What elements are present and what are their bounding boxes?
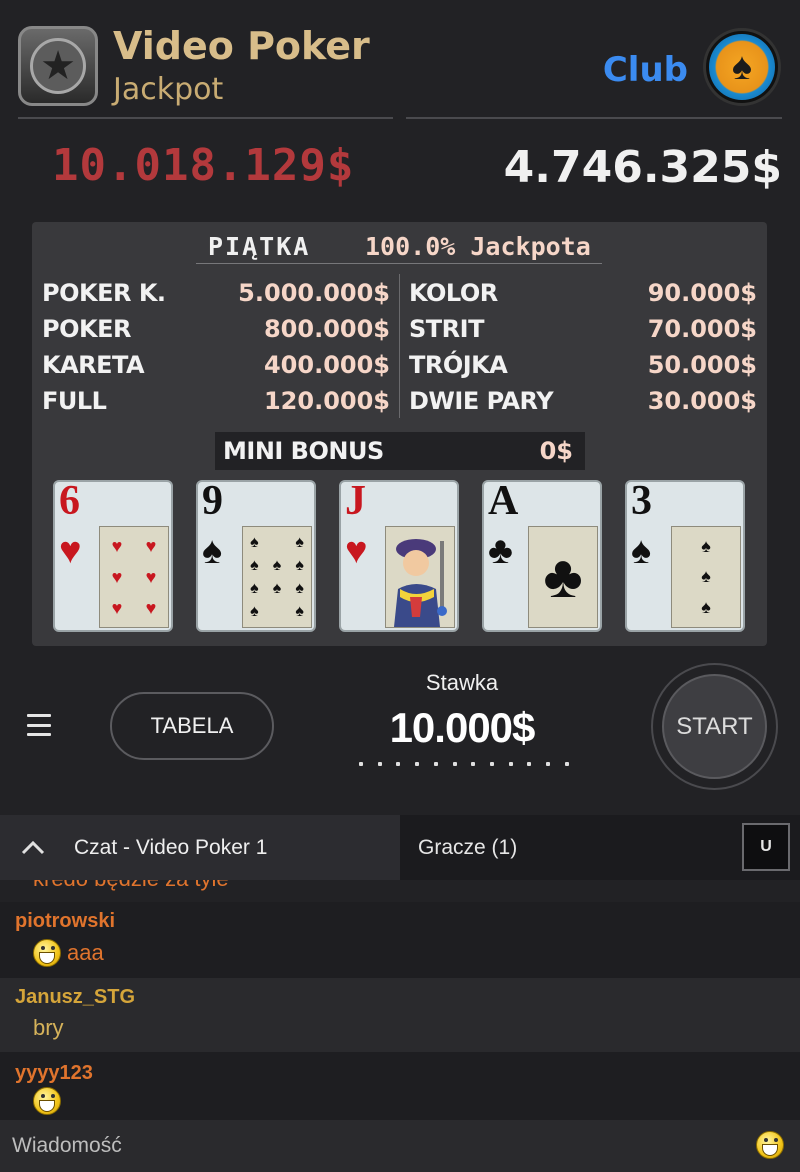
jack-portrait-image <box>385 526 455 628</box>
hand-payout: 70.000$ <box>647 315 757 343</box>
paytable-row: KARETA 400.000$ <box>42 347 390 383</box>
top-hand-value: 100.0% Jackpota <box>365 232 591 261</box>
message-user[interactable]: Janusz_STG <box>15 986 800 1009</box>
club-suit-icon: ♣ <box>488 530 513 572</box>
card-rank: 9 <box>202 478 223 524</box>
game-subtitle: Jackpot <box>113 72 224 107</box>
card-rank: 6 <box>59 478 80 524</box>
paytable-row: STRIT 70.000$ <box>409 311 757 347</box>
paytable-row: TRÓJKA 50.000$ <box>409 347 757 383</box>
club-label[interactable]: Club <box>603 50 688 90</box>
message-user[interactable]: piotrowski <box>15 910 800 933</box>
hand-payout: 90.000$ <box>647 279 757 307</box>
start-button-ring: START <box>651 663 778 790</box>
hand-name: FULL <box>42 387 107 415</box>
playing-card-1[interactable]: 6 ♥ ♥ ♥ ♥ ♥ ♥ ♥ <box>53 480 173 632</box>
u-button[interactable]: U <box>742 823 790 871</box>
hand-name: KARETA <box>42 351 145 379</box>
stake-selector-dots[interactable] <box>359 762 569 770</box>
paytable-column-divider <box>399 274 400 418</box>
message-user[interactable]: yyyy123 <box>15 1062 800 1085</box>
card-pips: ♥ ♥ ♥ ♥ ♥ ♥ <box>99 526 169 628</box>
playing-card-2[interactable]: 9 ♠ ♠ ♠ ♠ ♠ ♠ ♠ ♠ ♠ ♠ ♠ <box>196 480 316 632</box>
playing-card-4[interactable]: A ♣ ♣ <box>482 480 602 632</box>
chevron-up-icon[interactable] <box>20 835 46 861</box>
tab-chat[interactable]: Czat - Video Poker 1 <box>0 815 400 880</box>
club-amount: 4.746.325$ <box>503 142 782 193</box>
message-text: bry <box>33 1015 64 1040</box>
jack-figure-icon <box>394 539 447 627</box>
emoji-picker-icon[interactable] <box>756 1131 784 1159</box>
star-logo-icon: ★ <box>18 26 98 106</box>
hand-name: STRIT <box>409 315 484 343</box>
stake-label: Stawka <box>425 670 499 695</box>
laughing-smiley-icon <box>33 939 61 967</box>
hand-payout: 400.000$ <box>263 351 390 379</box>
hand-name: POKER <box>42 315 131 343</box>
hand-payout: 5.000.000$ <box>238 279 390 307</box>
tabela-button[interactable]: TABELA <box>110 692 274 760</box>
hamburger-menu-icon[interactable] <box>27 714 51 736</box>
card-pips: ♠ ♠ ♠ <box>671 526 741 628</box>
message-input[interactable]: Wiadomość <box>0 1120 800 1172</box>
paytable-row: POKER 800.000$ <box>42 311 390 347</box>
hand-payout: 50.000$ <box>647 351 757 379</box>
hand-name: KOLOR <box>409 279 498 307</box>
jackpot-amount: 10.018.129$ <box>52 140 355 190</box>
mini-bonus-label: MINI BONUS <box>223 437 384 465</box>
card-rank: 3 <box>631 478 652 524</box>
header-divider-left <box>18 117 393 119</box>
playing-card-5[interactable]: 3 ♠ ♠ ♠ ♠ <box>625 480 745 632</box>
card-pips: ♠ ♠ ♠ ♠ ♠ ♠ ♠ ♠ ♠ ♠ <box>242 526 312 628</box>
message-text: aaa <box>67 940 104 965</box>
header-divider-right <box>406 117 782 119</box>
hand-name: POKER K. <box>42 279 166 307</box>
list-item: Janusz_STG bry <box>0 978 800 1052</box>
top-hand-name: PIĄTKA <box>208 232 311 261</box>
paytable-row: DWIE PARY 30.000$ <box>409 383 757 419</box>
spade-suit-icon: ♠ <box>631 530 652 572</box>
game-title: Video Poker <box>113 24 370 68</box>
message-text: kredo będzie za tyle <box>15 880 800 892</box>
laughing-smiley-icon <box>33 1087 61 1115</box>
hand-payout: 120.000$ <box>263 387 390 415</box>
paytable-row: POKER K. 5.000.000$ <box>42 275 390 311</box>
spade-suit-icon: ♠ <box>202 530 223 572</box>
stake-value[interactable]: 10.000$ <box>362 704 562 752</box>
mini-bonus-value: 0$ <box>539 437 573 465</box>
heart-suit-icon: ♥ <box>59 530 82 572</box>
hand-name: DWIE PARY <box>409 387 554 415</box>
list-item: piotrowski aaa <box>0 902 800 978</box>
paytable-divider <box>196 263 602 264</box>
paytable-row: KOLOR 90.000$ <box>409 275 757 311</box>
players-tab-label: Gracze (1) <box>418 835 518 859</box>
video-poker-screen: ★ Video Poker Jackpot Club ♠ 10.018.129$… <box>0 0 800 1172</box>
playing-card-3[interactable]: J ♥ <box>339 480 459 632</box>
heart-suit-icon: ♥ <box>345 530 368 572</box>
chat-messages[interactable]: kredo będzie za tyle piotrowski aaa Janu… <box>0 880 800 1120</box>
message-placeholder: Wiadomość <box>12 1134 122 1157</box>
card-rank: A <box>488 478 519 524</box>
start-button[interactable]: START <box>662 674 767 779</box>
card-rank: J <box>345 478 366 524</box>
list-item: yyyy123 <box>0 1052 800 1120</box>
paytable-row: FULL 120.000$ <box>42 383 390 419</box>
hand-payout: 30.000$ <box>647 387 757 415</box>
club-spade-badge-icon[interactable]: ♠ <box>703 28 781 106</box>
mini-bonus: MINI BONUS 0$ <box>215 432 585 470</box>
list-item: kredo będzie za tyle <box>0 880 800 902</box>
card-pips: ♣ <box>528 526 598 628</box>
hand-name: TRÓJKA <box>409 351 508 379</box>
hand-payout: 800.000$ <box>263 315 390 343</box>
chat-tab-label: Czat - Video Poker 1 <box>74 835 268 859</box>
tab-players[interactable]: Gracze (1) U <box>400 815 800 880</box>
